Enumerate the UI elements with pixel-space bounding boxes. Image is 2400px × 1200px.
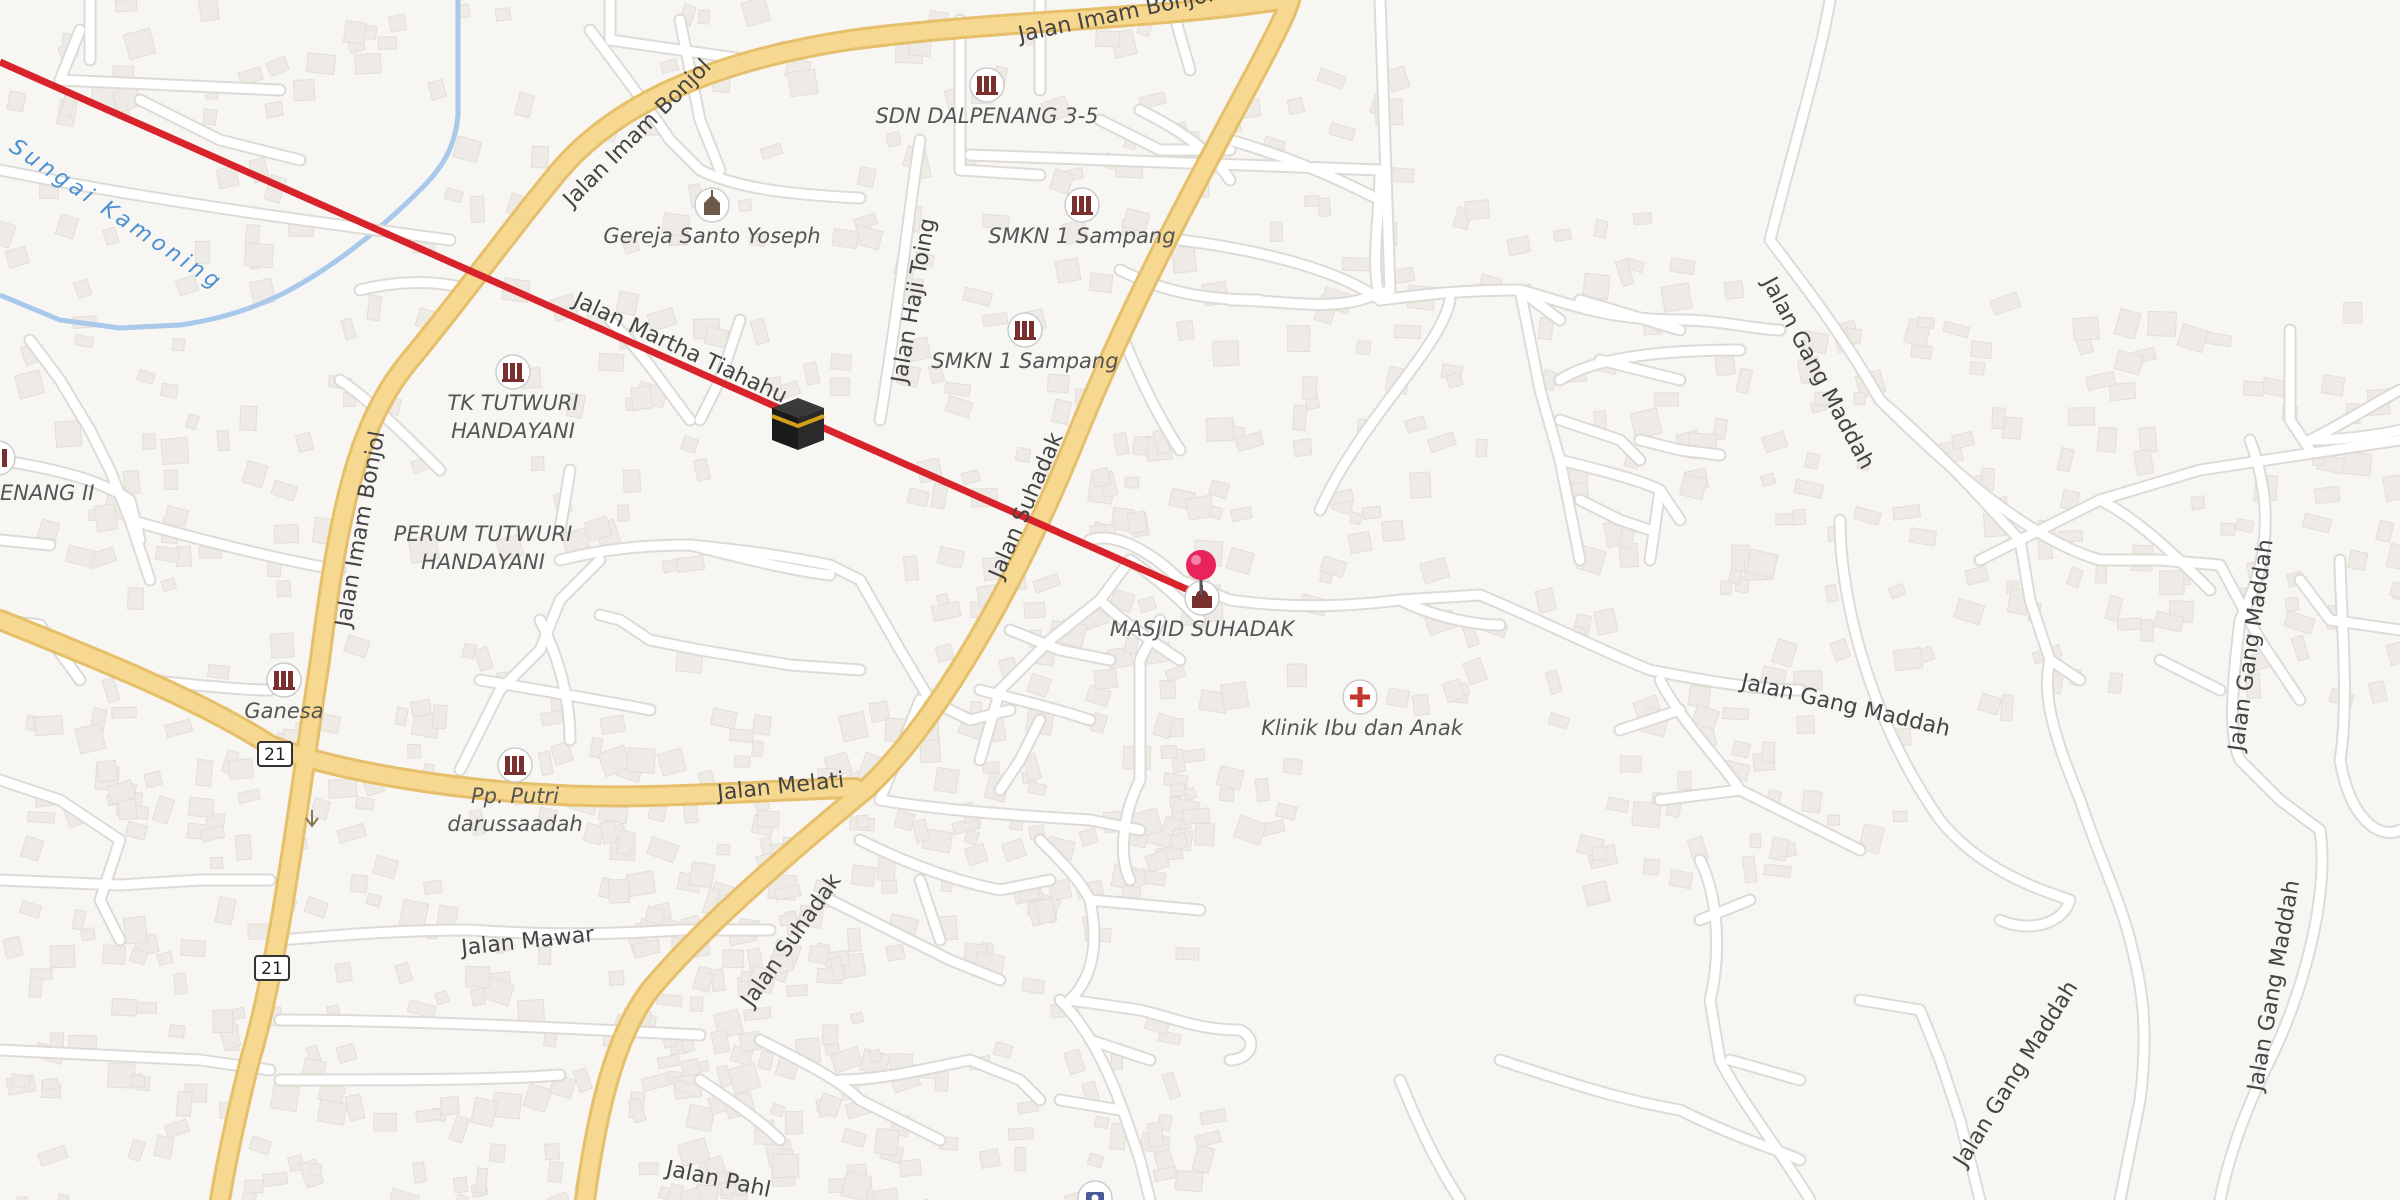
clinic-icon[interactable] — [1342, 679, 1378, 715]
poi-label-sdn: SDN DALPENANG 3-5 — [875, 104, 1098, 128]
poi-label-gereja: Gereja Santo Yoseph — [603, 224, 820, 248]
kaaba-icon[interactable] — [771, 398, 825, 450]
school-icon[interactable] — [969, 67, 1005, 103]
route-shield-1: 21 — [257, 741, 293, 767]
poi-label-perum-line2: HANDAYANI — [421, 550, 545, 574]
poi-label-pp-line2: darussaadah — [447, 812, 582, 836]
poi-label-perum-line1: PERUM TUTWURI — [394, 522, 573, 546]
school-icon[interactable] — [266, 662, 302, 698]
school-icon[interactable] — [1064, 187, 1100, 223]
poi-label-tk-line2: HANDAYANI — [451, 419, 575, 443]
route-shield-1-label: 21 — [264, 745, 286, 765]
school-icon[interactable] — [497, 747, 533, 783]
poi-label-ganesa: Ganesa — [244, 699, 323, 723]
school-icon[interactable] — [1007, 312, 1043, 348]
poi-label-smkn-b: SMKN 1 Sampang — [931, 349, 1118, 373]
church-icon[interactable] — [694, 187, 730, 223]
poi-label-klinik: Klinik Ibu dan Anak — [1261, 716, 1464, 740]
route-shield-2: 21 — [254, 955, 290, 981]
poi-label-enang: ENANG II — [0, 481, 94, 505]
poi-label-tk-line1: TK TUTWURI — [447, 391, 578, 415]
map-canvas[interactable]: Jalan Imam Bonjol Jalan Imam Bonjol Jala… — [0, 0, 2400, 1200]
poi-label-masjid: MASJID SUHADAK — [1110, 617, 1296, 641]
poi-label-pp-line1: Pp. Putri — [471, 784, 559, 808]
route-shield-2-label: 21 — [261, 959, 283, 979]
school-icon[interactable] — [495, 354, 531, 390]
poi-label-smkn-a: SMKN 1 Sampang — [988, 224, 1175, 248]
